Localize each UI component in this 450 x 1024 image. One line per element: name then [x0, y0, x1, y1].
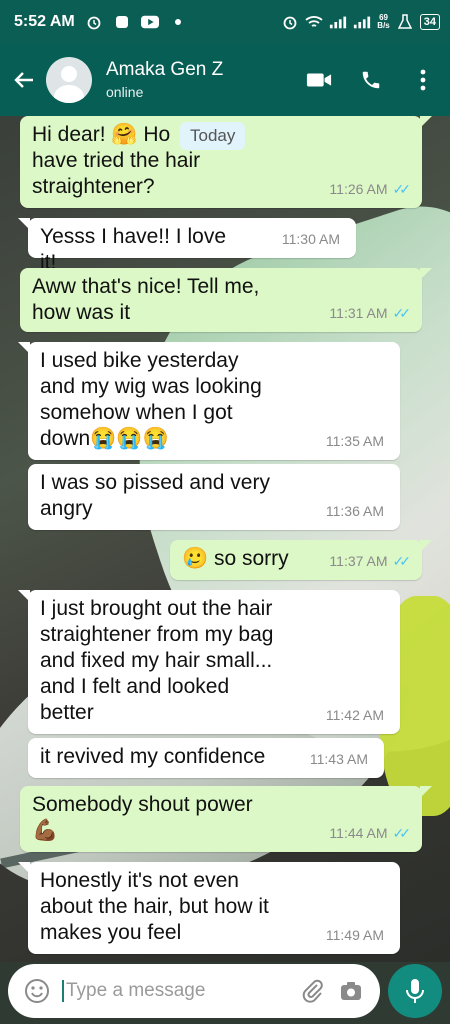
message-time: 11:42 AM	[325, 707, 384, 723]
dot-icon	[169, 13, 187, 31]
message-text: straightener from my bag	[40, 623, 274, 646]
message-time: 11:26 AM	[329, 181, 388, 197]
battery-indicator: 34	[419, 14, 440, 30]
attach-icon[interactable]	[298, 976, 328, 1006]
message-time: 11:37 AM	[329, 553, 388, 569]
youtube-icon	[140, 13, 159, 31]
message-text: I used bike yesterday	[40, 349, 239, 372]
message-meta: 11:37 AM ✓✓	[329, 548, 412, 574]
date-chip: Today	[180, 122, 246, 150]
net-speed: 69 B/s	[377, 13, 390, 30]
message-incoming[interactable]: I just brought out the hair straightener…	[18, 590, 400, 734]
mic-icon[interactable]	[388, 964, 442, 1018]
message-time: 11:43 AM	[309, 751, 368, 767]
message-meta: 11:26 AM ✓✓	[329, 176, 412, 202]
chat-header: Amaka Gen Z online	[0, 44, 450, 116]
camera-icon[interactable]	[336, 976, 366, 1006]
read-ticks-icon: ✓✓	[392, 305, 412, 321]
message-text: Aww that's nice! Tell me,	[32, 275, 260, 298]
message-meta: 11:44 AM ✓✓	[329, 820, 412, 846]
message-text: I was so pissed and very	[40, 471, 270, 494]
message-input[interactable]: Type a message	[8, 964, 380, 1018]
signal-icon	[329, 13, 347, 31]
alarm-icon	[281, 13, 299, 31]
read-ticks-icon: ✓✓	[392, 825, 412, 841]
contact-name: Amaka Gen Z	[106, 59, 224, 80]
message-text: I just brought out the hair	[40, 597, 273, 620]
message-placeholder: Type a message	[62, 980, 290, 1002]
message-text: and I felt and looked	[40, 675, 230, 698]
message-incoming[interactable]: Honestly it's not even about the hair, b…	[18, 862, 400, 954]
message-incoming[interactable]: Yesss I have!! I love it! 11:30 AM	[18, 218, 356, 274]
video-call-icon[interactable]	[306, 67, 332, 93]
status-bar: 5:52 AM 69 B/s 34	[0, 0, 450, 44]
message-meta: 11:43 AM	[310, 746, 368, 772]
notification-square-icon	[113, 13, 131, 31]
flask-icon	[396, 13, 414, 31]
message-text: and fixed my hair small...	[40, 649, 273, 672]
message-time: 11:30 AM	[281, 231, 340, 247]
read-ticks-icon: ✓✓	[392, 181, 412, 197]
chat-area[interactable]: Hi dear! 🤗 Ho have tried the hair straig…	[0, 116, 450, 962]
back-arrow-icon[interactable]	[10, 66, 38, 94]
message-meta: 11:30 AM	[282, 226, 340, 252]
message-time: 11:36 AM	[325, 503, 384, 519]
emoji-icon[interactable]	[22, 976, 52, 1006]
signal-icon	[353, 13, 371, 31]
message-meta: 11:31 AM ✓✓	[329, 300, 412, 326]
message-time: 11:44 AM	[329, 825, 388, 841]
status-time: 5:52 AM	[14, 13, 75, 30]
message-outgoing[interactable]: Somebody shout power 💪🏾 11:44 AM ✓✓	[20, 786, 432, 852]
message-incoming[interactable]: it revived my confidence 11:43 AM	[28, 738, 384, 778]
message-meta: 11:35 AM	[326, 428, 384, 454]
message-text: somehow when I got	[40, 401, 233, 424]
message-text: Honestly it's not even	[40, 869, 239, 892]
contact-info[interactable]: Amaka Gen Z online	[106, 58, 223, 102]
message-outgoing[interactable]: Aww that's nice! Tell me, how was it 11:…	[20, 268, 432, 332]
avatar[interactable]	[46, 57, 92, 103]
input-bar: Type a message	[0, 962, 450, 1024]
message-meta: 11:42 AM	[326, 702, 384, 728]
message-text: and my wig was looking	[40, 375, 262, 398]
message-outgoing[interactable]: 🥲 so sorry 11:37 AM ✓✓	[170, 540, 432, 580]
message-meta: 11:36 AM	[326, 498, 384, 524]
contact-status: online	[106, 84, 144, 100]
alarm-icon	[85, 13, 103, 31]
message-meta: 11:49 AM	[326, 922, 384, 948]
message-incoming[interactable]: I was so pissed and very angry 11:36 AM	[28, 464, 400, 530]
message-text: about the hair, but how it	[40, 895, 269, 918]
wifi-icon	[305, 13, 323, 31]
more-vert-icon[interactable]	[410, 67, 436, 93]
phone-icon[interactable]	[358, 67, 384, 93]
message-incoming[interactable]: I used bike yesterday and my wig was loo…	[18, 342, 400, 460]
message-time: 11:35 AM	[325, 433, 384, 449]
read-ticks-icon: ✓✓	[392, 553, 412, 569]
message-text: Somebody shout power	[32, 793, 253, 816]
message-time: 11:31 AM	[329, 305, 388, 321]
message-text: have tried the hair	[32, 149, 201, 172]
message-time: 11:49 AM	[325, 927, 384, 943]
